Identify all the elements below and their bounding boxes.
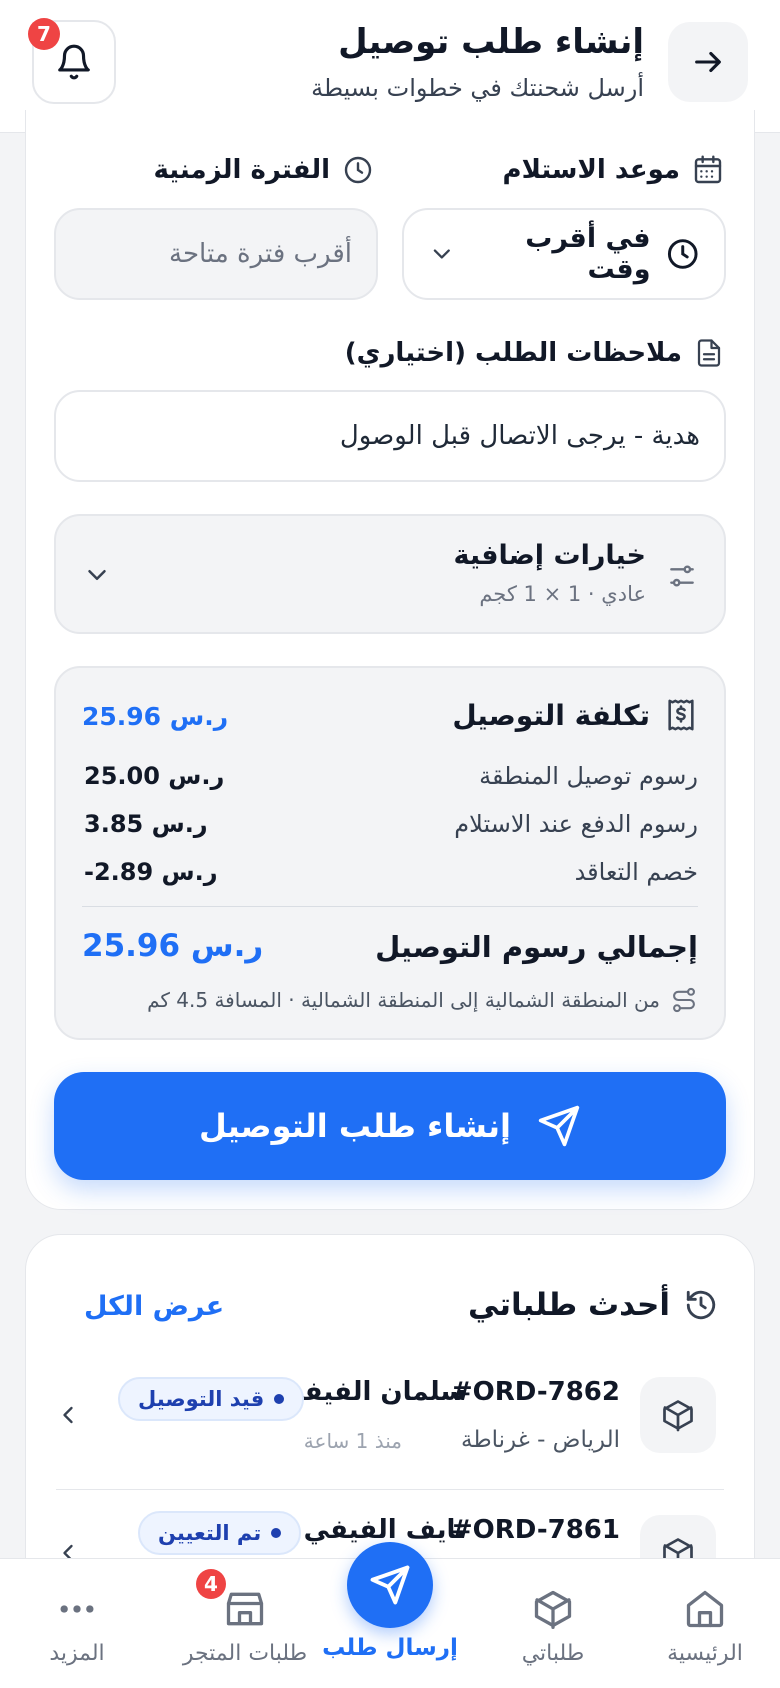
route-icon — [673, 987, 695, 1013]
nav-store-orders[interactable]: طلبات المتجر — [170, 1587, 320, 1666]
nav-my-orders[interactable]: طلباتي — [478, 1587, 628, 1666]
send-icon — [370, 1565, 410, 1605]
page-subtitle: أرسل شحنتك في خطوات بسيطة — [311, 74, 644, 102]
store-icon — [226, 1592, 264, 1626]
pickup-value: في أقرب وقت — [525, 223, 651, 285]
period-placeholder: أقرب فترة متاحة — [169, 239, 352, 269]
status-badge: قيد التوصيل — [118, 1377, 305, 1421]
recent-header: أحدث طلباتي — [468, 1287, 718, 1323]
period-input[interactable]: أقرب فترة متاحة — [54, 208, 378, 300]
nav-send-label: إرسال طلب — [322, 1635, 458, 1661]
pickup-label-text: موعد الاستلام — [502, 155, 680, 185]
chevron-down-icon — [433, 249, 450, 259]
sliders-icon — [670, 565, 694, 587]
total-value: ر.س 25.96 — [82, 928, 264, 964]
order-row[interactable]: #ORD-7862 سلمان الفيفي الرياض - غرناطة م… — [54, 1377, 726, 1497]
back-button[interactable] — [668, 22, 748, 102]
total-label: إجمالي رسوم التوصيل — [375, 930, 698, 964]
package-icon-wrap — [640, 1377, 716, 1453]
cost-title: تكلفة التوصيل — [452, 698, 650, 732]
order-customer: سلمان الفيفي — [278, 1377, 466, 1407]
notes-value: هدية - يرجى الاتصال قبل الوصول — [339, 421, 700, 451]
calendar-icon — [694, 155, 722, 184]
pickup-select[interactable]: في أقرب وقت — [402, 208, 726, 300]
send-icon — [538, 1105, 580, 1147]
divider — [82, 906, 698, 907]
nav-store-orders-label: طلبات المتجر — [182, 1641, 308, 1666]
extras-panel[interactable]: خيارات إضافية عادي · 1 × 1 كجم — [54, 514, 726, 634]
notes-label-text: ملاحظات الطلب (اختياري) — [344, 338, 682, 368]
order-customer: نايف الفيفي — [303, 1515, 466, 1545]
receipt-icon — [668, 699, 694, 731]
status-dot — [271, 1528, 282, 1538]
cost-row: خصم التعاقد -2.89 ر.س — [84, 858, 698, 886]
route-info-text: من المنطقة الشمالية إلى المنطقة الشمالية… — [147, 988, 660, 1012]
pickup-label: موعد الاستلام — [503, 154, 724, 186]
status-badge: تم التعيين — [138, 1511, 302, 1555]
bell-icon — [58, 44, 90, 80]
order-id: #ORD-7862 — [450, 1377, 620, 1407]
document-icon — [697, 339, 721, 367]
extras-title: خيارات إضافية — [453, 540, 646, 571]
page-title: إنشاء طلب توصيل — [338, 22, 644, 62]
status-dot — [274, 1394, 285, 1404]
route-info: من المنطقة الشمالية إلى المنطقة الشمالية… — [147, 986, 698, 1014]
package-icon — [663, 1400, 693, 1432]
notes-label: ملاحظات الطلب (اختياري) — [345, 338, 724, 368]
period-label-text: الفترة الزمنية — [153, 155, 330, 185]
nav-more[interactable]: المزيد — [2, 1587, 152, 1666]
nav-more-label: المزيد — [49, 1641, 105, 1666]
period-label: الفترة الزمنية — [153, 154, 374, 186]
create-order-label: إنشاء طلب التوصيل — [199, 1107, 511, 1145]
notes-input[interactable]: هدية - يرجى الاتصال قبل الوصول — [54, 390, 726, 482]
package-icon — [534, 1590, 572, 1629]
nav-home-label: الرئيسية — [667, 1641, 743, 1666]
status-text: تم التعيين — [158, 1521, 262, 1545]
cost-row: رسوم الدفع عند الاستلام ر.س 3.85 — [84, 810, 698, 838]
clock-icon — [344, 156, 372, 184]
chevron-down-icon — [88, 570, 106, 580]
nav-home[interactable]: الرئيسية — [630, 1587, 780, 1666]
chevron-left-icon — [63, 1406, 73, 1424]
notification-badge: 7 — [28, 18, 60, 50]
nav-send[interactable]: إرسال طلب — [315, 1635, 465, 1661]
store-orders-badge: 4 — [196, 1569, 226, 1599]
nav-my-orders-label: طلباتي — [521, 1641, 585, 1666]
divider — [56, 1489, 724, 1490]
cost-row-value: -2.89 ر.س — [84, 858, 218, 886]
history-icon — [686, 1290, 716, 1320]
create-order-button[interactable]: إنشاء طلب التوصيل — [54, 1072, 726, 1180]
cost-row-label: خصم التعاقد — [574, 858, 698, 886]
cost-panel: تكلفة التوصيل ر.س 25.96 رسوم توصيل المنط… — [54, 666, 726, 1040]
cost-row: رسوم توصيل المنطقة ر.س 25.00 — [84, 762, 698, 790]
extras-summary: عادي · 1 × 1 كجم — [479, 582, 646, 606]
more-icon — [60, 1605, 94, 1613]
order-route: الرياض - غرناطة — [461, 1427, 620, 1453]
cost-header-value: ر.س 25.96 — [82, 702, 229, 731]
order-id: #ORD-7861 — [450, 1515, 620, 1545]
recent-title: أحدث طلباتي — [468, 1287, 670, 1323]
arrow-right-icon — [695, 51, 721, 73]
home-icon — [686, 1590, 724, 1628]
status-text: قيد التوصيل — [138, 1387, 265, 1411]
cost-row-value: ر.س 3.85 — [84, 810, 208, 838]
clock-icon — [667, 239, 698, 269]
send-order-fab[interactable] — [347, 1542, 433, 1628]
view-all-link[interactable]: عرض الكل — [84, 1291, 224, 1322]
cost-row-value: ر.س 25.00 — [84, 762, 225, 790]
order-time: منذ 1 ساعة — [303, 1429, 402, 1453]
cost-row-label: رسوم الدفع عند الاستلام — [454, 810, 698, 838]
cost-row-label: رسوم توصيل المنطقة — [479, 762, 698, 790]
cost-header: تكلفة التوصيل — [452, 698, 698, 732]
